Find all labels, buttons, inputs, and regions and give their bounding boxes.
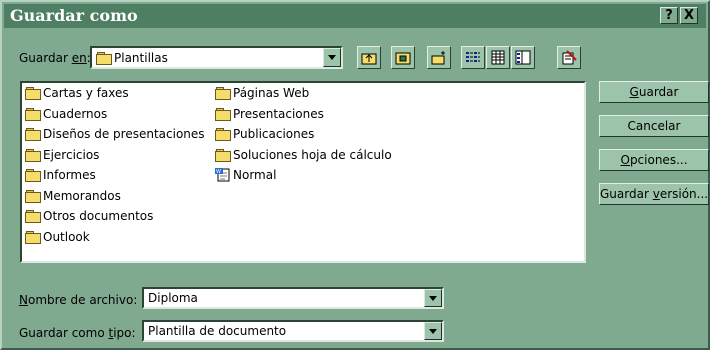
save-in-value: Plantillas [96,50,168,66]
save-in-combo[interactable]: Plantillas [90,46,343,69]
save-as-dialog: Guardar como ? X Guardar en: Plantillas … [0,0,710,350]
folder-icon [25,230,41,244]
folder-item[interactable]: Memorandos [25,188,121,204]
folder-icon [96,52,112,65]
chevron-down-icon[interactable] [424,289,442,307]
folder-icon [25,189,41,203]
up-one-level-icon [361,53,377,65]
file-item[interactable]: W Normal [215,167,276,183]
help-button[interactable]: ? [660,7,678,24]
properties-view-icon [515,50,531,65]
cancel-button[interactable]: Cancelar [599,115,709,137]
folder-item[interactable]: Páginas Web [215,85,309,101]
commands-button[interactable] [557,46,581,69]
folder-item[interactable]: Diseños de presentaciones [25,126,205,142]
item-label: Publicaciones [233,127,315,141]
up-one-level-button[interactable] [357,46,381,69]
folder-icon [25,148,41,162]
folder-icon [215,128,231,141]
chevron-down-icon[interactable] [424,322,442,340]
filetype-label: Guardar como tipo: [19,326,136,340]
folder-item[interactable]: Otros documentos [25,208,153,224]
filename-label: Nombre de archivo: [19,293,138,307]
folder-item[interactable]: Cartas y faxes [25,85,129,101]
item-label: Cuadernos [43,106,108,121]
item-label: Normal [233,168,277,182]
folder-item[interactable]: Ejercicios [25,147,99,163]
details-view-icon [491,50,505,65]
item-label: Cartas y faxes [43,86,129,100]
item-label: Presentaciones [233,106,324,121]
properties-view-button[interactable] [511,46,535,69]
options-button[interactable]: Opciones... [599,149,709,171]
folder-icon [25,128,41,141]
folder-item[interactable]: Presentaciones [215,106,324,122]
item-label: Soluciones hoja de cálculo [233,147,392,162]
details-view-button[interactable] [486,46,510,69]
filetype-select[interactable]: Plantilla de documento [142,320,444,342]
list-view-button[interactable] [461,46,485,69]
chevron-down-icon[interactable] [323,48,341,67]
desktop-icon [395,52,411,65]
new-folder-button[interactable] [427,46,451,69]
item-label: Diseños de presentaciones [43,127,205,141]
save-version-button[interactable]: Guardar versión... [599,183,709,205]
close-button[interactable]: X [680,7,698,24]
list-view-icon [466,52,480,62]
commands-icon [562,50,577,65]
word-template-icon: W [215,168,231,182]
item-label: Outlook [43,229,90,244]
folder-icon [215,87,231,100]
folder-icon [25,107,41,121]
folder-item[interactable]: Informes [25,167,96,183]
folder-item[interactable]: Soluciones hoja de cálculo [215,147,392,163]
new-folder-icon [431,51,445,65]
window-title: Guardar como [10,6,138,25]
save-in-text: Plantillas [114,51,168,65]
item-label: Memorandos [43,188,121,203]
folder-item[interactable]: Cuadernos [25,106,107,122]
title-bar: Guardar como ? X [4,4,706,28]
save-button[interactable]: Guardar [599,81,709,103]
filename-input[interactable]: Diploma [142,287,444,309]
item-label: Otros documentos [43,209,154,223]
svg-text:W: W [216,169,221,175]
folder-icon [25,210,41,223]
folder-icon [25,87,41,100]
folder-icon [215,107,231,121]
file-list[interactable]: Cartas y faxes Cuadernos Diseños de presen… [20,81,586,263]
item-label: Informes [43,168,96,182]
filetype-value: Plantilla de documento [148,324,287,338]
desktop-button[interactable] [391,46,415,69]
folder-icon [215,148,231,162]
folder-item[interactable]: Publicaciones [215,126,314,142]
folder-item[interactable]: Outlook [25,229,90,245]
item-label: Páginas Web [233,86,310,100]
save-in-label: Guardar en: [19,51,91,65]
filename-value: Diploma [148,291,198,305]
folder-icon [25,169,41,182]
item-label: Ejercicios [43,147,100,162]
